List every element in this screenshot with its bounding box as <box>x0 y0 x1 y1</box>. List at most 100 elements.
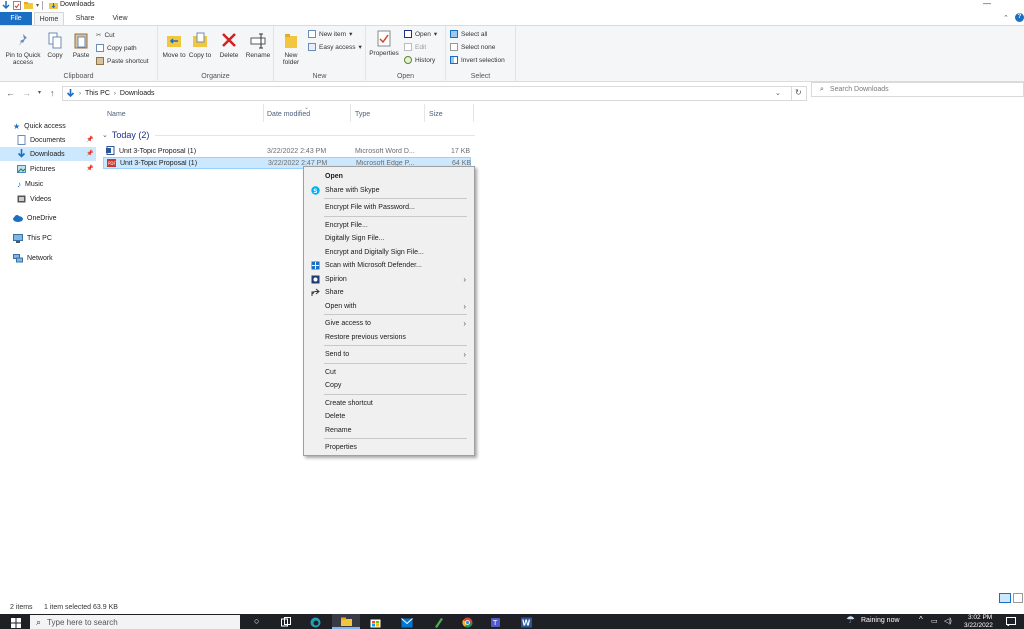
menu-item-open[interactable]: Open <box>304 170 474 183</box>
menu-item-spirion[interactable]: Spirion › <box>304 273 474 286</box>
taskbar-search[interactable]: ⌕ Type here to search <box>30 615 240 629</box>
minimize-button[interactable]: — <box>983 0 991 8</box>
address-dropdown-icon[interactable]: ⌄ <box>775 89 781 97</box>
table-row[interactable]: Unit 3-Topic Proposal (1) 3/22/2022 2:43… <box>103 145 471 157</box>
teams-icon[interactable]: T <box>491 617 503 628</box>
pin-quick-access-button[interactable]: Pin to Quick access <box>2 32 44 66</box>
cortana-icon[interactable]: ○ <box>254 616 259 626</box>
copy-to-button[interactable]: Copy to <box>188 32 212 59</box>
delete-button[interactable]: Delete <box>216 32 242 59</box>
menu-item-properties[interactable]: Properties <box>304 441 474 454</box>
tab-share[interactable]: Share <box>70 12 100 25</box>
easy-access-button[interactable]: Easy access ▾ <box>308 43 362 51</box>
refresh-icon[interactable]: ↻ <box>795 88 802 97</box>
history-button[interactable]: History <box>404 56 435 64</box>
app-pen-icon[interactable] <box>433 617 443 628</box>
cut-button[interactable]: ✂ Cut <box>96 31 115 40</box>
menu-item-send-to[interactable]: Send to › <box>304 348 474 361</box>
nav-onedrive[interactable]: OneDrive <box>13 211 57 225</box>
nav-quick-access[interactable]: ★ Quick access <box>13 119 66 133</box>
network-tray-icon[interactable]: ▭ <box>931 617 938 625</box>
menu-item-copy[interactable]: Copy <box>304 379 474 392</box>
forward-arrow-icon[interactable]: → <box>22 88 31 98</box>
word-icon[interactable]: W <box>521 617 533 628</box>
clock-time[interactable]: 3:02 PM <box>968 614 992 621</box>
breadcrumb-downloads[interactable]: Downloads <box>120 90 155 97</box>
paste-button[interactable]: Paste <box>70 32 92 59</box>
menu-item-share[interactable]: Share <box>304 286 474 299</box>
column-header-name[interactable]: Name <box>107 111 126 118</box>
rename-button[interactable]: Rename <box>244 32 272 59</box>
nav-item-music[interactable]: ♪ Music <box>17 177 43 191</box>
customize-toolbar-icon[interactable]: ▾ <box>36 2 39 9</box>
weather-rain-icon[interactable]: ☂ <box>846 615 855 626</box>
chrome-icon[interactable] <box>462 617 473 628</box>
expand-ribbon-icon[interactable]: ⌃ <box>1003 14 1009 22</box>
history-label: History <box>415 56 436 64</box>
search-box[interactable]: ⌕ Search Downloads <box>811 82 1024 97</box>
mail-icon[interactable] <box>401 618 413 628</box>
large-icons-view-icon[interactable] <box>1013 593 1023 603</box>
menu-item-open-with[interactable]: Open with › <box>304 300 474 313</box>
column-header-size[interactable]: Size <box>429 111 443 118</box>
group-header-today[interactable]: ⌄ Today (2) <box>102 130 149 140</box>
breadcrumb-this-pc[interactable]: This PC <box>85 90 110 97</box>
new-folder-icon[interactable] <box>24 1 33 10</box>
menu-item-rename[interactable]: Rename <box>304 424 474 437</box>
menu-item-scan-with-microsoft-defender[interactable]: Scan with Microsoft Defender... <box>304 259 474 272</box>
move-to-button[interactable]: Move to <box>162 32 186 59</box>
task-view-icon[interactable] <box>281 617 291 627</box>
tab-file[interactable]: File <box>0 12 32 25</box>
back-arrow-icon[interactable]: ← <box>6 88 15 98</box>
copy-button[interactable]: Copy <box>44 32 66 59</box>
properties-check-icon[interactable] <box>13 1 21 10</box>
help-icon[interactable]: ? <box>1015 13 1024 22</box>
new-item-button[interactable]: New item ▾ <box>308 30 352 38</box>
nav-network[interactable]: Network <box>13 251 53 265</box>
edge-icon[interactable] <box>310 617 321 628</box>
download-arrow-icon[interactable] <box>2 1 10 10</box>
new-folder-button[interactable]: New folder <box>278 32 304 66</box>
volume-icon[interactable]: ◁) <box>944 617 952 625</box>
properties-button[interactable]: Properties <box>368 30 400 57</box>
nav-item-videos[interactable]: Videos <box>17 192 51 206</box>
paste-icon <box>74 33 88 49</box>
menu-item-create-shortcut[interactable]: Create shortcut <box>304 397 474 410</box>
clock-date[interactable]: 3/22/2022 <box>964 622 993 629</box>
show-hidden-icons-icon[interactable]: ^ <box>919 615 923 624</box>
windows-start-icon[interactable] <box>11 618 21 628</box>
nav-item-pictures[interactable]: Pictures <box>17 162 55 176</box>
details-view-icon[interactable] <box>999 593 1011 603</box>
menu-item-digitally-sign-file[interactable]: Digitally Sign File... <box>304 232 474 245</box>
recent-locations-icon[interactable]: ▾ <box>38 89 41 96</box>
menu-item-share-with-skype[interactable]: S Share with Skype <box>304 184 474 197</box>
taskbar-file-explorer[interactable] <box>332 614 360 629</box>
edit-button[interactable]: Edit <box>404 43 426 51</box>
menu-item-restore-previous-versions[interactable]: Restore previous versions <box>304 331 474 344</box>
menu-item-delete[interactable]: Delete <box>304 410 474 423</box>
nav-item-downloads[interactable]: Downloads <box>0 147 96 161</box>
weather-text[interactable]: Raining now <box>861 617 900 624</box>
invert-selection-button[interactable]: Invert selection <box>450 56 505 64</box>
nav-this-pc[interactable]: This PC <box>13 231 52 245</box>
select-all-button[interactable]: Select all <box>450 30 487 38</box>
address-bar[interactable]: › This PC › Downloads ⌄ ↻ <box>62 86 807 101</box>
column-header-date-modified[interactable]: Date modified <box>267 111 310 118</box>
notification-icon[interactable] <box>1006 617 1016 626</box>
menu-item-encrypt-file[interactable]: Encrypt File... <box>304 219 474 232</box>
store-icon[interactable] <box>370 617 381 628</box>
menu-item-give-access-to[interactable]: Give access to › <box>304 317 474 330</box>
tab-view[interactable]: View <box>105 12 135 25</box>
tab-home[interactable]: Home <box>34 12 64 25</box>
submenu-arrow-icon: › <box>463 350 466 359</box>
nav-item-documents[interactable]: Documents <box>17 133 65 147</box>
menu-item-encrypt-file-with-password[interactable]: Encrypt File with Password... <box>304 201 474 214</box>
column-header-type[interactable]: Type <box>355 111 370 118</box>
menu-item-encrypt-and-digitally-sign-file[interactable]: Encrypt and Digitally Sign File... <box>304 246 474 259</box>
select-none-button[interactable]: Select none <box>450 43 495 51</box>
open-button[interactable]: Open ▾ <box>404 30 437 38</box>
up-arrow-icon[interactable]: ↑ <box>50 88 55 98</box>
paste-shortcut-button[interactable]: Paste shortcut <box>96 57 149 65</box>
menu-item-cut[interactable]: Cut <box>304 366 474 379</box>
copy-path-button[interactable]: Copy path <box>96 44 137 52</box>
